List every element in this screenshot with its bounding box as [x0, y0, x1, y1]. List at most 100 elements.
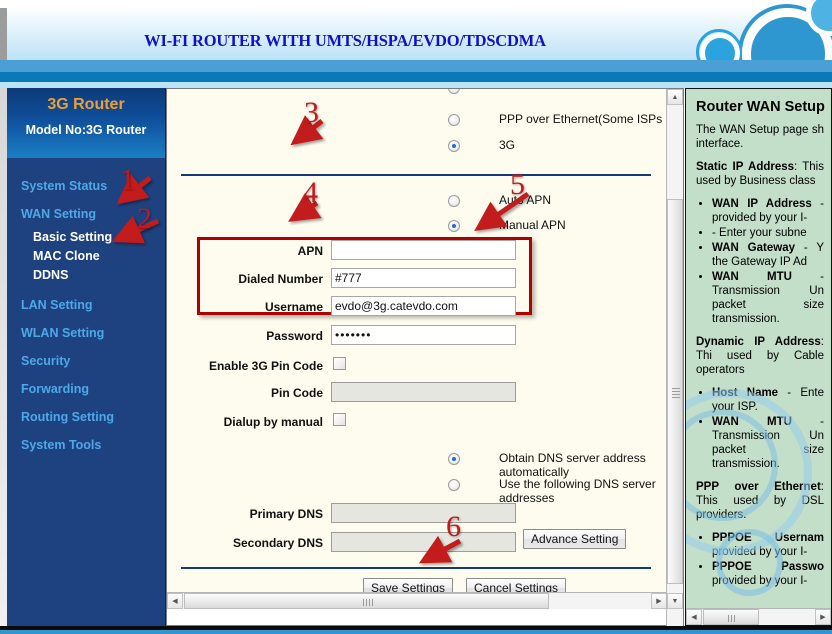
list-item: WAN MTU - Transmission Un packet size tr…: [712, 270, 824, 326]
help-horizontal-scrollbar[interactable]: ◀ ▶: [686, 608, 831, 625]
enable-pin-checkbox-wrap[interactable]: [333, 357, 346, 370]
sidebar: 3G Router Model No:3G Router System Stat…: [7, 88, 166, 626]
help-bullet-rest: provided by your I-: [712, 546, 808, 558]
sidebar-item-wan-setting[interactable]: WAN Setting: [7, 200, 165, 228]
advance-setting-button[interactable]: Advance Setting: [523, 529, 627, 549]
dns-auto-label: Obtain DNS server address automatically: [499, 451, 646, 479]
vscroll-up-arrow-icon[interactable]: ▲: [667, 89, 683, 105]
hscroll-right-arrow-icon[interactable]: ▶: [651, 593, 667, 609]
dialed-number-input[interactable]: [331, 268, 516, 288]
bottom-blue-bar: [0, 630, 832, 634]
help-hscroll-left-arrow-icon[interactable]: ◀: [686, 609, 702, 625]
dns-radio-manual[interactable]: [448, 479, 460, 491]
apn-mode-auto-radio[interactable]: [448, 195, 460, 207]
dialup-manual-checkbox-wrap[interactable]: [333, 413, 346, 426]
list-item: Host Name - Ente your ISP.: [712, 386, 824, 414]
sidebar-model: Model No:3G Router: [25, 123, 147, 137]
help-hscroll-right-arrow-icon[interactable]: ▶: [815, 609, 831, 625]
help-intro: The WAN Setup page sh interface.: [696, 124, 824, 150]
dns-radio-auto[interactable]: [448, 453, 460, 465]
secondary-dns-input[interactable]: [331, 532, 516, 552]
sidebar-item-system-tools[interactable]: System Tools: [7, 431, 165, 459]
sidebar-item-mac-clone[interactable]: MAC Clone: [7, 247, 165, 266]
list-item: - Enter your subne: [712, 226, 824, 240]
help-dynamic-bullets: Host Name - Ente your ISP. WAN MTU - Tra…: [696, 386, 824, 471]
apn-radio-manual[interactable]: [448, 220, 460, 232]
wan-type-pppoe-label: PPP over Ethernet(Some ISPs require the …: [499, 112, 667, 126]
secondary-dns-label: Secondary DNS: [232, 536, 323, 550]
help-panel: Router WAN Setup The WAN Setup page sh i…: [685, 88, 832, 626]
wan-type-option-clipped[interactable]: [448, 89, 460, 94]
sidebar-item-system-status[interactable]: System Status: [7, 172, 165, 200]
section-divider-bottom: [181, 567, 651, 569]
help-ppp-heading: PPP over Ethernet: [696, 481, 821, 493]
pin-code-input[interactable]: [331, 382, 516, 402]
left-gutter: [0, 88, 7, 634]
help-bullet-bold: WAN MTU: [712, 416, 792, 428]
username-label: Username: [264, 300, 323, 314]
apn-field-label: APN: [297, 244, 323, 258]
dialup-manual-checkbox[interactable]: [333, 413, 346, 426]
list-item: PPPOE Usernam provided by your I-: [712, 531, 824, 559]
password-input[interactable]: [331, 325, 516, 345]
dns-manual-label: Use the following DNS server addresses: [499, 477, 656, 505]
page-banner: WI-FI ROUTER WITH UMTS/HSPA/EVDO/TDSCDMA: [0, 0, 832, 88]
banner-top-white: [0, 0, 832, 8]
help-bullet-rest: - Enter your subne: [712, 227, 807, 239]
help-bullet-bold: PPPOE Passwo: [712, 561, 824, 573]
wan-type-pppoe-radio[interactable]: [448, 114, 460, 126]
list-item: WAN Gateway - Y the Gateway IP Ad: [712, 241, 824, 269]
help-dynamic-heading: Dynamic IP Address: [696, 336, 821, 348]
main-content-frame: PPP over Ethernet(Some ISPs require the …: [166, 88, 684, 626]
dialed-number-label: Dialed Number: [238, 272, 323, 286]
apn-input[interactable]: [331, 240, 516, 260]
sidebar-item-wlan-setting[interactable]: WLAN Setting: [7, 319, 165, 347]
dialup-manual-label: Dialup by manual: [223, 415, 323, 429]
list-item: WAN MTU - Transmission Un packet size tr…: [712, 415, 824, 471]
help-dynamic-ip-paragraph: Dynamic IP Address: Thi used by Cable op…: [696, 335, 824, 377]
sidebar-header: 3G Router Model No:3G Router: [7, 88, 165, 158]
sidebar-item-routing-setting[interactable]: Routing Setting: [7, 403, 165, 431]
sidebar-nav: System Status WAN Setting Basic Setting …: [7, 158, 165, 459]
help-bullet-bold: WAN IP Address: [712, 198, 812, 210]
banner-title: WI-FI ROUTER WITH UMTS/HSPA/EVDO/TDSCDMA: [144, 31, 546, 50]
main-vertical-scrollbar[interactable]: ▲ ▼: [666, 89, 683, 626]
wan-type-radio-clipped[interactable]: [448, 89, 460, 94]
wan-type-3g-label: 3G: [499, 138, 516, 152]
password-label: Password: [266, 329, 323, 343]
wan-type-radio-pppoe[interactable]: [448, 114, 460, 126]
help-ppp-bullets: PPPOE Usernam provided by your I- PPPOE …: [696, 531, 824, 588]
primary-dns-label: Primary DNS: [249, 507, 323, 521]
dns-manual-radio-wrap[interactable]: [448, 479, 460, 491]
list-item: WAN IP Address - provided by your I-: [712, 197, 824, 225]
wan-type-radio-3g[interactable]: [448, 140, 460, 152]
pin-code-label: Pin Code: [270, 386, 323, 400]
router-admin-page: WI-FI ROUTER WITH UMTS/HSPA/EVDO/TDSCDMA…: [0, 0, 832, 634]
sidebar-item-security[interactable]: Security: [7, 347, 165, 375]
help-hscroll-thumb[interactable]: [703, 609, 759, 625]
username-input[interactable]: [331, 296, 516, 316]
vscroll-down-arrow-icon[interactable]: ▼: [667, 593, 683, 609]
sidebar-brand: 3G Router: [47, 96, 125, 113]
help-static-bullets: WAN IP Address - provided by your I- - E…: [696, 197, 824, 326]
primary-dns-input[interactable]: [331, 503, 516, 523]
help-static-heading: Static IP Address: [696, 161, 795, 173]
dns-auto-radio-wrap[interactable]: [448, 453, 460, 465]
sidebar-item-basic-setting[interactable]: Basic Setting: [7, 228, 165, 247]
main-horizontal-scrollbar[interactable]: ◀ ▶: [167, 592, 667, 609]
apn-radio-auto[interactable]: [448, 195, 460, 207]
sidebar-item-forwarding[interactable]: Forwarding: [7, 375, 165, 403]
hscroll-left-arrow-icon[interactable]: ◀: [167, 593, 183, 609]
hscroll-thumb[interactable]: [184, 593, 549, 609]
apn-mode-manual-radio[interactable]: [448, 220, 460, 232]
vscroll-thumb[interactable]: [667, 199, 683, 584]
wan-type-3g-radio[interactable]: [448, 140, 460, 152]
banner-band-dark: [0, 72, 832, 82]
sidebar-item-ddns[interactable]: DDNS: [7, 266, 165, 285]
apn-mode-auto-label: Auto APN: [499, 193, 552, 207]
sidebar-item-lan-setting[interactable]: LAN Setting: [7, 291, 165, 319]
enable-pin-checkbox[interactable]: [333, 357, 346, 370]
section-divider-top: [181, 174, 651, 176]
help-bullet-rest: provided by your I-: [712, 575, 808, 587]
help-bullet-bold: WAN Gateway: [712, 242, 795, 254]
